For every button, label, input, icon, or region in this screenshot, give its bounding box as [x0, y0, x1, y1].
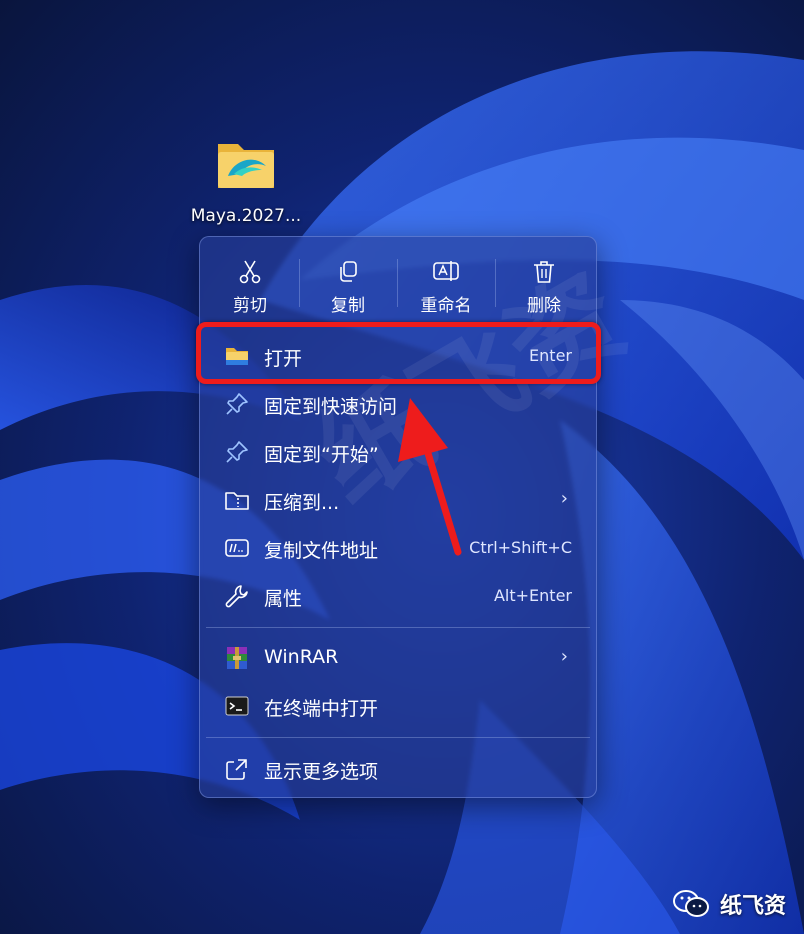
delete-label: 删除 [527, 296, 561, 316]
menu-item-compress[interactable]: 压缩到... › [206, 478, 590, 522]
menu-item-label: 属性 [264, 588, 303, 610]
menu-divider [206, 627, 590, 628]
context-menu: 剪切 复制 重命名 删除 打开 Enter 固定到快速访问 固定到“开始” 压缩… [199, 236, 597, 798]
wechat-icon [672, 890, 709, 917]
desktop-folder-item[interactable]: Maya.2027... [186, 136, 306, 226]
cut-button[interactable]: 剪切 [207, 253, 293, 316]
rename-icon [433, 261, 459, 281]
menu-item-label: 显示更多选项 [264, 761, 379, 783]
delete-button[interactable]: 删除 [501, 253, 587, 316]
trash-icon [534, 261, 554, 283]
copy-icon [340, 261, 357, 282]
menu-divider [206, 737, 590, 738]
folder-icon [218, 144, 274, 188]
menu-item-open-terminal[interactable]: 在终端中打开 [206, 684, 590, 728]
separator [299, 259, 300, 307]
copy-label: 复制 [331, 296, 365, 316]
chevron-right-icon: › [560, 488, 568, 509]
menu-item-shortcut: Ctrl+Shift+C [469, 538, 572, 557]
wrench-icon [225, 585, 248, 608]
separator [495, 259, 496, 307]
desktop-icon-label: Maya.2027... [190, 206, 302, 226]
terminal-icon [225, 696, 249, 716]
menu-item-label: 压缩到... [264, 492, 340, 514]
menu-item-copy-path[interactable]: 复制文件地址 Ctrl+Shift+C [206, 526, 590, 570]
menu-item-pin-start[interactable]: 固定到“开始” [206, 430, 590, 474]
menu-item-label: 复制文件地址 [264, 540, 379, 562]
brand-watermark: 纸飞资 [672, 888, 786, 920]
rename-button[interactable]: 重命名 [403, 253, 489, 316]
pin-icon [226, 441, 248, 463]
brand-name: 纸飞资 [719, 894, 786, 919]
menu-item-label: 固定到“开始” [264, 444, 379, 466]
menu-item-shortcut: Alt+Enter [493, 586, 572, 605]
menu-item-properties[interactable]: 属性 Alt+Enter [206, 574, 590, 618]
path-icon [225, 539, 249, 557]
rename-label: 重命名 [420, 296, 472, 316]
chevron-right-icon: › [560, 646, 568, 667]
zip-folder-icon [225, 492, 249, 510]
menu-item-winrar[interactable]: WinRAR › [206, 636, 590, 680]
highlight-box [196, 322, 601, 384]
menu-item-pin-quick-access[interactable]: 固定到快速访问 [206, 382, 590, 426]
menu-item-label: WinRAR [264, 646, 339, 668]
menu-item-label: 固定到快速访问 [264, 396, 398, 418]
pin-icon [226, 393, 248, 415]
winrar-icon [227, 647, 247, 669]
copy-button[interactable]: 复制 [305, 253, 391, 316]
cut-label: 剪切 [233, 296, 267, 316]
quick-actions-bar: 剪切 复制 重命名 删除 [200, 245, 596, 319]
separator [397, 259, 398, 307]
more-options-icon [226, 759, 247, 780]
menu-item-show-more-options[interactable]: 显示更多选项 [206, 747, 590, 791]
scissors-icon [239, 260, 261, 284]
menu-item-label: 在终端中打开 [264, 698, 379, 720]
